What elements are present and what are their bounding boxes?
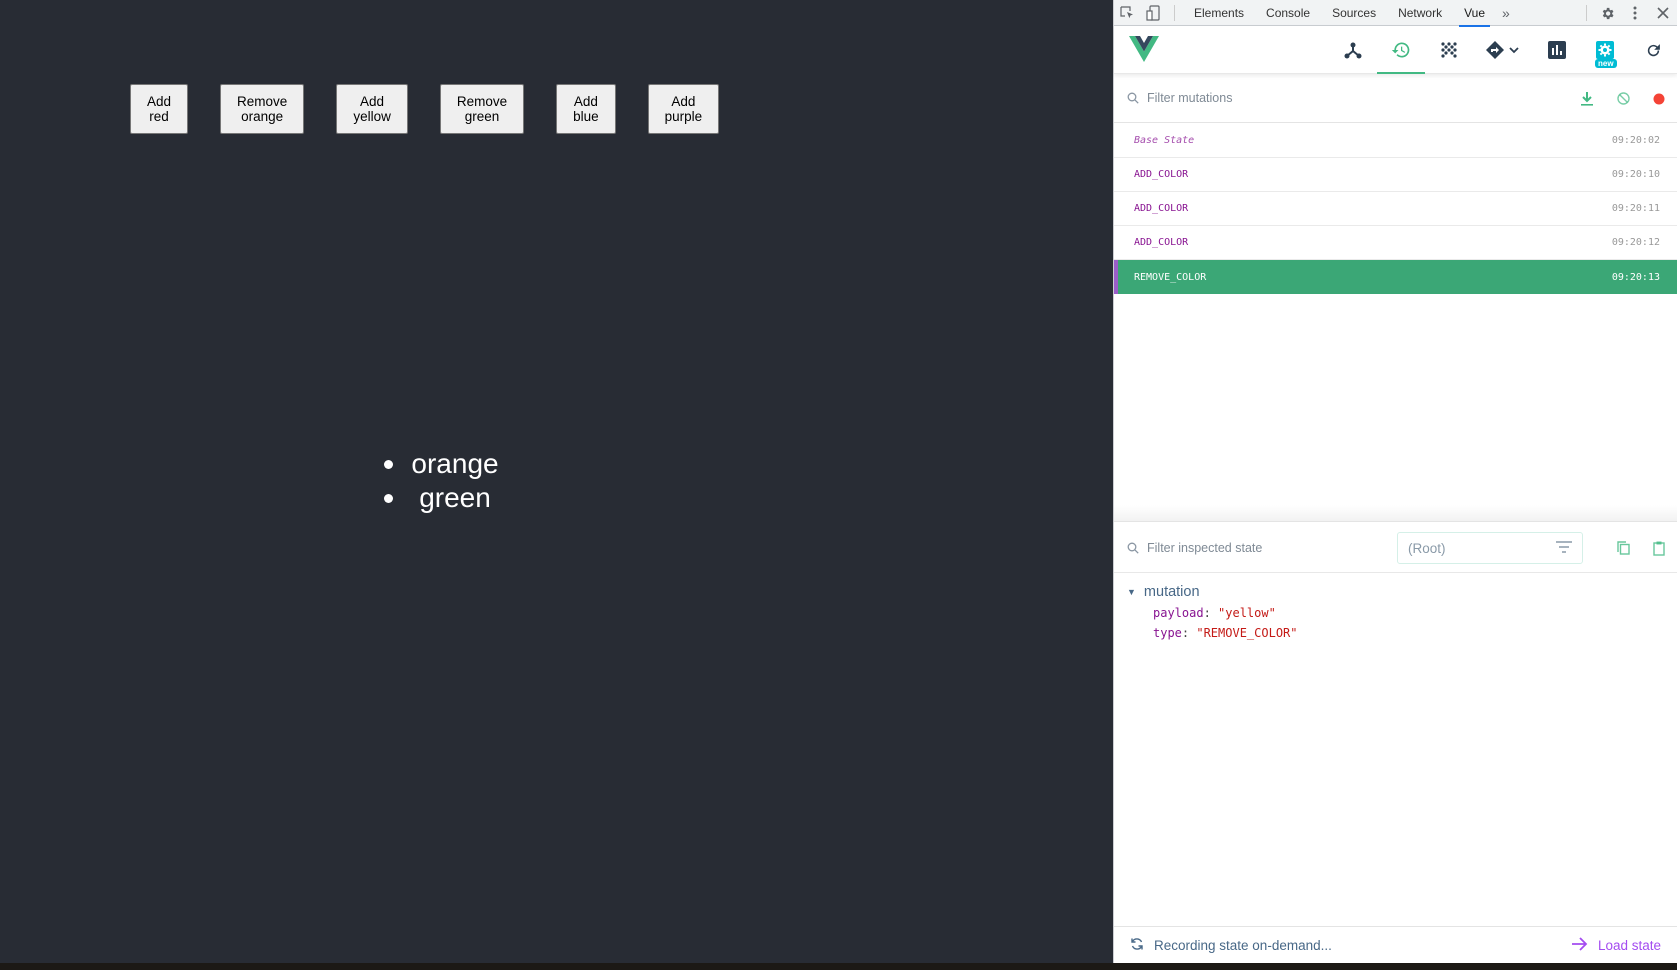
new-badge: new <box>1595 59 1617 68</box>
state-filter-bar: (Root) <box>1114 522 1677 573</box>
mutation-row-selected[interactable]: REMOVE_COLOR 09:20:13 <box>1114 260 1677 294</box>
vue-logo-icon <box>1129 36 1159 67</box>
mutation-section-toggle[interactable]: ▼ mutation <box>1127 581 1677 603</box>
split-pane-divider[interactable] <box>1114 505 1677 521</box>
mutation-list: Base State 09:20:02 ADD_COLOR 09:20:10 A… <box>1114 124 1677 294</box>
tab-elements[interactable]: Elements <box>1183 0 1255 26</box>
more-tabs-icon[interactable]: » <box>1496 5 1516 21</box>
devtools-footer: Recording state on-demand... Load state <box>1114 926 1677 963</box>
add-red-button[interactable]: Add red <box>130 84 189 134</box>
events-icon[interactable] <box>1425 26 1473 74</box>
mutation-row[interactable]: ADD_COLOR 09:20:10 <box>1114 158 1677 192</box>
vuex-history-icon[interactable] <box>1377 26 1425 74</box>
revert-all-icon[interactable] <box>1605 81 1641 117</box>
add-yellow-button[interactable]: Add yellow <box>336 84 408 134</box>
settings-icon[interactable]: new <box>1581 26 1629 74</box>
color-list: orange green <box>370 447 540 515</box>
add-blue-button[interactable]: Add blue <box>556 84 616 134</box>
tab-network[interactable]: Network <box>1387 0 1453 26</box>
kebab-menu-icon[interactable] <box>1621 0 1649 26</box>
state-field: payload: "yellow" <box>1153 606 1276 620</box>
bullet-icon <box>384 460 393 469</box>
sync-icon <box>1130 937 1144 954</box>
gear-icon[interactable] <box>1593 0 1621 26</box>
performance-icon[interactable] <box>1533 26 1581 74</box>
recording-status: Recording state on-demand... <box>1130 937 1332 954</box>
inspect-element-icon[interactable] <box>1114 0 1140 26</box>
state-tree: ▼ mutation payload: "yellow" type: "REMO… <box>1114 573 1677 643</box>
components-icon[interactable] <box>1329 26 1377 74</box>
commit-all-icon[interactable] <box>1569 81 1605 117</box>
record-icon[interactable] <box>1641 81 1677 117</box>
mutation-row[interactable]: ADD_COLOR 09:20:12 <box>1114 226 1677 260</box>
paste-icon[interactable] <box>1641 530 1677 566</box>
refresh-icon[interactable] <box>1629 26 1677 74</box>
arrow-right-icon <box>1571 936 1588 954</box>
bullet-icon <box>384 494 393 503</box>
device-toolbar-icon[interactable] <box>1140 0 1166 26</box>
routing-icon[interactable] <box>1473 26 1533 74</box>
copy-icon[interactable] <box>1605 530 1641 566</box>
state-inspector: (Root) ▼ mutation payload: "yellow" <box>1114 521 1677 963</box>
state-field: type: "REMOVE_COLOR" <box>1153 626 1298 640</box>
load-state-button[interactable]: Load state <box>1571 936 1661 954</box>
tab-console[interactable]: Console <box>1255 0 1321 26</box>
root-select[interactable]: (Root) <box>1397 532 1583 564</box>
mutation-row-base-state[interactable]: Base State 09:20:02 <box>1114 124 1677 158</box>
devtools-panel: Elements Console Sources Network Vue » n… <box>1113 0 1677 963</box>
mutations-filter-bar <box>1114 74 1677 123</box>
add-purple-button[interactable]: Add purple <box>647 84 720 134</box>
devtools-tabbar: Elements Console Sources Network Vue » <box>1114 0 1677 27</box>
search-icon <box>1127 541 1139 559</box>
remove-orange-button[interactable]: Remove orange <box>220 84 305 134</box>
vue-devtools-toolbar: new <box>1114 26 1677 74</box>
tab-vue[interactable]: Vue <box>1453 0 1496 27</box>
taskbar-strip <box>0 963 1677 970</box>
remove-green-button[interactable]: Remove green <box>439 84 525 134</box>
vue-toolbar-icons: new <box>1329 26 1677 74</box>
divider <box>1174 4 1175 21</box>
caret-down-icon: ▼ <box>1127 587 1136 597</box>
color-list-item: orange <box>370 447 540 481</box>
search-icon <box>1127 91 1139 109</box>
devtools-tabbar-actions <box>1586 0 1677 26</box>
filter-list-icon <box>1556 540 1572 556</box>
close-icon[interactable] <box>1649 0 1677 26</box>
filter-state-input[interactable] <box>1147 536 1377 560</box>
state-actions <box>1605 530 1677 566</box>
mutation-row[interactable]: ADD_COLOR 09:20:11 <box>1114 192 1677 226</box>
app-page: Add red Remove orange Add yellow Remove gree… <box>0 0 1113 963</box>
button-row: Add red Remove orange Add yellow Remove gree… <box>130 84 720 134</box>
color-list-item: green <box>370 481 540 515</box>
tab-sources[interactable]: Sources <box>1321 0 1387 26</box>
mutations-actions <box>1569 74 1677 123</box>
divider <box>1586 5 1587 21</box>
filter-mutations-input[interactable] <box>1147 86 1497 110</box>
